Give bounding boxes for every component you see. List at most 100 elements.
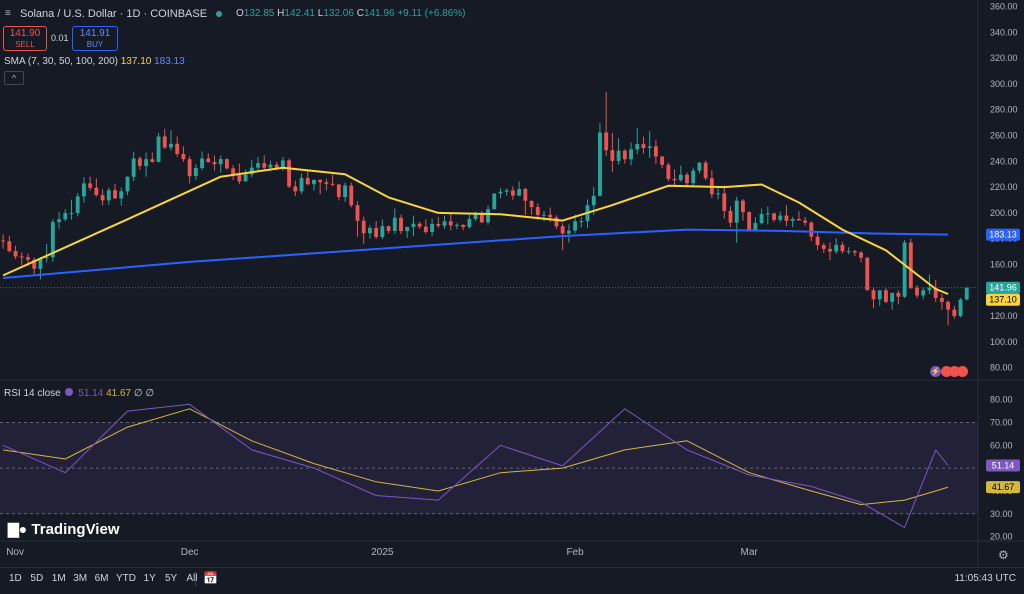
candle-body xyxy=(896,292,901,297)
candle-body xyxy=(181,154,186,160)
candle-body xyxy=(542,214,546,216)
candle-body xyxy=(927,287,932,291)
candle-body xyxy=(82,183,86,197)
candle-body xyxy=(367,227,372,234)
rsi-value: 51.14 xyxy=(78,388,104,399)
candle-body xyxy=(318,179,323,183)
candle-body xyxy=(88,183,93,188)
candle-body xyxy=(939,298,944,302)
candle-body xyxy=(392,217,397,231)
candle-body xyxy=(486,209,490,223)
flag-event-icon[interactable] xyxy=(957,366,968,377)
candle-body xyxy=(305,178,310,185)
toolbar-divider xyxy=(195,572,196,586)
candle-body xyxy=(374,227,379,237)
candle-body xyxy=(796,218,801,221)
candle-body xyxy=(1,240,6,242)
candle-body xyxy=(716,193,721,195)
candle-body xyxy=(678,174,683,181)
candle-body xyxy=(908,242,913,288)
lightning-event-icon[interactable]: ⚡ xyxy=(930,366,941,377)
candle-body xyxy=(224,159,229,169)
candle-body xyxy=(871,290,876,300)
candle-body xyxy=(399,217,403,232)
candle-body xyxy=(573,221,578,231)
candle-body xyxy=(498,191,503,194)
range-button-1m[interactable]: 1M xyxy=(52,573,66,584)
candle-body xyxy=(560,226,565,234)
utc-clock[interactable]: 11:05:43 UTC xyxy=(954,573,1016,584)
range-button-5y[interactable]: 5Y xyxy=(165,573,177,584)
price-tick-label: 340.00 xyxy=(990,27,1018,37)
price-tick-label: 100.00 xyxy=(990,337,1018,347)
candle-body xyxy=(629,149,633,160)
candle-body xyxy=(635,143,640,150)
candle-body xyxy=(741,200,745,213)
candle-body xyxy=(131,158,136,177)
candle-body xyxy=(964,287,969,300)
range-button-6m[interactable]: 6M xyxy=(95,573,109,584)
time-tick-label: Mar xyxy=(741,547,759,558)
candle-body xyxy=(622,150,627,160)
candle-body xyxy=(411,223,416,227)
candle-body xyxy=(660,156,665,165)
candle-body xyxy=(119,191,124,199)
candle-body xyxy=(877,290,882,300)
candle-body xyxy=(436,223,441,226)
candle-body xyxy=(753,223,758,230)
range-button-ytd[interactable]: YTD xyxy=(116,573,136,584)
tradingview-logo-icon: ▇● xyxy=(8,521,28,537)
events-icons[interactable]: ⚡ xyxy=(930,366,972,378)
candle-body xyxy=(479,213,484,223)
candle-body xyxy=(187,159,192,177)
candle-body xyxy=(902,242,907,297)
candle-body xyxy=(566,230,571,234)
candle-body xyxy=(461,224,466,228)
price-tick-label: 220.00 xyxy=(990,182,1018,192)
candle-body xyxy=(237,175,242,182)
candle-body xyxy=(293,186,298,192)
candle-body xyxy=(63,213,68,220)
candle-body xyxy=(535,207,540,215)
rsi-settings-icon[interactable] xyxy=(65,388,74,396)
rsi-legend[interactable]: RSI 14 close 51.14 41.67 ∅ ∅ xyxy=(4,388,154,399)
candle-body xyxy=(113,190,117,199)
time-tick-label: Feb xyxy=(566,547,584,558)
candle-body xyxy=(778,215,783,220)
candle-body xyxy=(137,158,142,166)
candle-body xyxy=(380,226,385,237)
candle-body xyxy=(19,256,24,258)
candle-body xyxy=(884,290,888,302)
range-button-1d[interactable]: 1D xyxy=(9,573,22,584)
candle-body xyxy=(591,195,596,206)
candle-body xyxy=(821,245,826,249)
candle-body xyxy=(262,163,267,168)
candle-body xyxy=(417,223,422,227)
candle-body xyxy=(616,150,621,161)
candle-body xyxy=(859,252,863,258)
candle-body xyxy=(815,236,820,246)
candle-body xyxy=(405,226,410,232)
candle-body xyxy=(206,158,211,163)
rsi-tick-label: 20.00 xyxy=(990,532,1013,542)
candle-body xyxy=(517,189,522,196)
candle-body xyxy=(598,132,602,196)
candle-body xyxy=(156,136,161,162)
candle-body xyxy=(150,159,155,162)
price-tick-label: 280.00 xyxy=(990,105,1018,115)
range-button-3m[interactable]: 3M xyxy=(73,573,87,584)
range-button-1y[interactable]: 1Y xyxy=(144,573,156,584)
range-button-5d[interactable]: 5D xyxy=(30,573,43,584)
calendar-goto-icon[interactable]: 📅 xyxy=(203,571,218,585)
rsi-badge: 51.14 xyxy=(992,461,1015,471)
candle-body xyxy=(685,174,689,184)
candle-body xyxy=(212,162,217,165)
time-tick-label: 2025 xyxy=(371,547,394,558)
price-chart[interactable]: 360.00 340.00 320.00 300.00 280.00 260.00 240.… xyxy=(0,0,1024,593)
candle-body xyxy=(834,244,839,252)
candle-body xyxy=(100,195,105,201)
candle-body xyxy=(287,160,292,187)
candle-body xyxy=(69,213,74,215)
sma-long-line xyxy=(3,228,949,279)
settings-gear-icon[interactable]: ⚙ xyxy=(998,548,1009,562)
